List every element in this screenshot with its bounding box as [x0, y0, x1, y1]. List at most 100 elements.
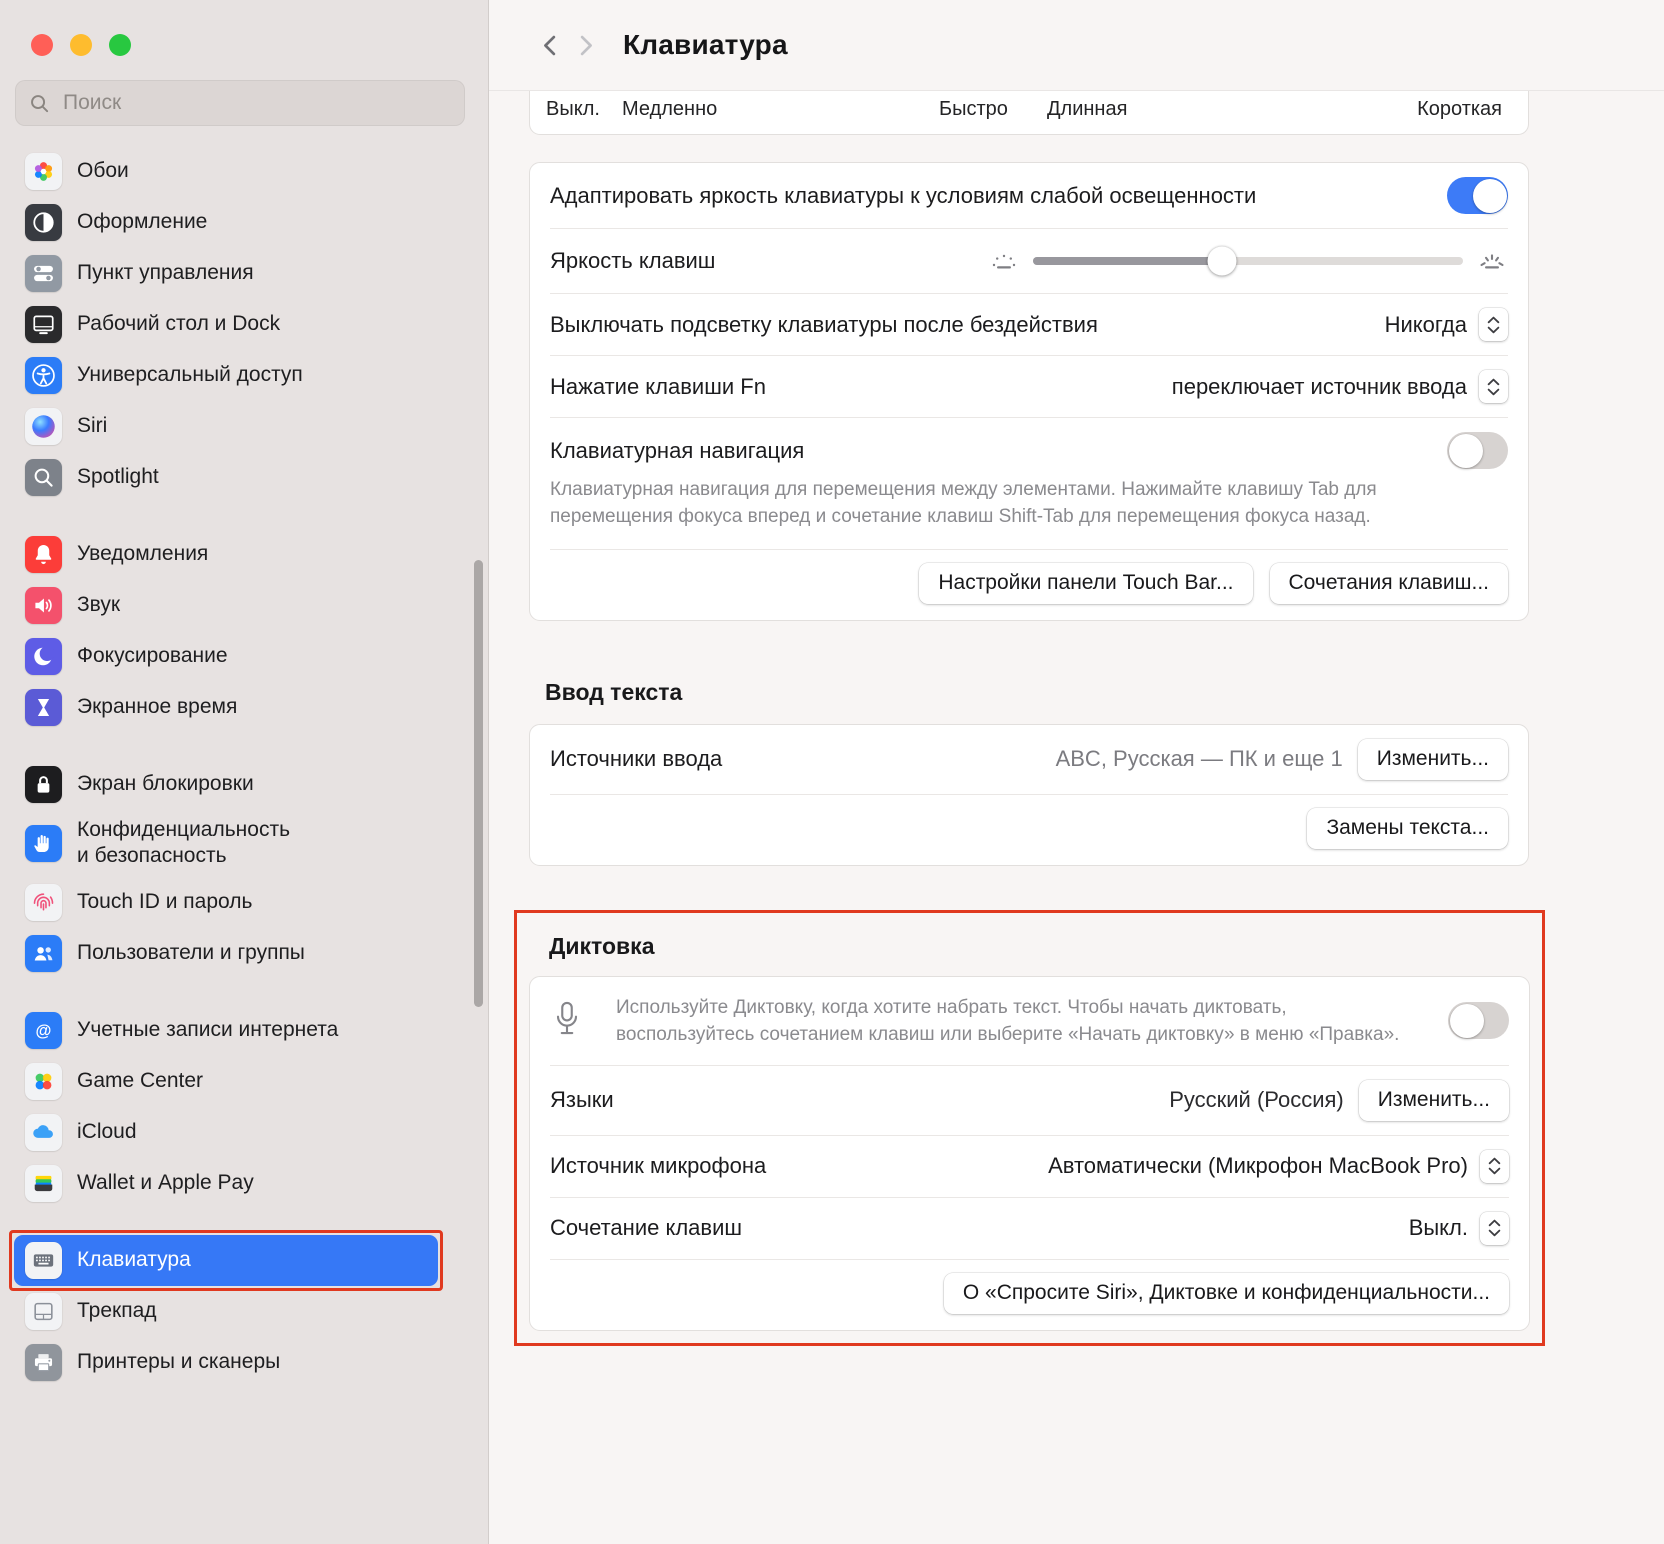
- adaptive-brightness-row: Адаптировать яркость клавиатуры к услови…: [530, 163, 1528, 228]
- back-button[interactable]: [533, 28, 568, 63]
- close-window-button[interactable]: [31, 34, 53, 56]
- desktop-dock-icon: [25, 306, 62, 343]
- sidebar-item-wallpaper[interactable]: Обои: [14, 146, 438, 197]
- microphone-source-value: Автоматически (Микрофон MacBook Pro): [1048, 1153, 1468, 1179]
- printers-icon: [25, 1344, 62, 1381]
- sidebar-item-label: Game Center: [77, 1068, 203, 1094]
- adaptive-brightness-toggle[interactable]: [1447, 177, 1508, 214]
- sidebar-item-wallet[interactable]: Wallet и Apple Pay: [14, 1158, 438, 1209]
- zoom-window-button[interactable]: [109, 34, 131, 56]
- key-brightness-slider[interactable]: [1033, 257, 1463, 265]
- microphone-source-label: Источник микрофона: [550, 1153, 766, 1179]
- sidebar-item-keyboard[interactable]: Клавиатура: [14, 1235, 438, 1286]
- backlight-timeout-value: Никогда: [1385, 312, 1467, 338]
- sidebar-group: Клавиатура Трекпад Принтеры и сканеры: [14, 1235, 438, 1388]
- sidebar-item-appearance[interactable]: Оформление: [14, 197, 438, 248]
- touch-bar-settings-button[interactable]: Настройки панели Touch Bar...: [919, 563, 1252, 604]
- backlight-timeout-select[interactable]: Никогда: [1385, 308, 1508, 341]
- control-center-icon: [25, 255, 62, 292]
- dictation-shortcut-label: Сочетание клавиш: [550, 1215, 742, 1241]
- sidebar-item-icloud[interactable]: iCloud: [14, 1107, 438, 1158]
- keyboard-brightness-high-icon: [1476, 249, 1508, 273]
- sidebar-item-label: Экранное время: [77, 694, 237, 720]
- text-replacements-button[interactable]: Замены текста...: [1307, 808, 1508, 849]
- sidebar-item-label: Фокусирование: [77, 643, 228, 669]
- sidebar-item-label: Трекпад: [77, 1298, 157, 1324]
- sidebar-item-privacy[interactable]: Конфиденциальность и безопасность: [14, 810, 438, 877]
- microphone-source-row: Источник микрофона Автоматически (Микроф…: [530, 1136, 1529, 1197]
- keyboard-brightness-low-icon: [988, 249, 1020, 273]
- content-header: Клавиатура: [489, 0, 1664, 91]
- siri-icon: [25, 408, 62, 445]
- sidebar-item-label: Конфиденциальность и безопасность: [77, 817, 290, 870]
- wallet-icon: [25, 1165, 62, 1202]
- sidebar-item-siri[interactable]: Siri: [14, 401, 438, 452]
- sidebar-item-label: Touch ID и пароль: [77, 889, 252, 915]
- users-icon: [25, 935, 62, 972]
- dictation-shortcut-row: Сочетание клавиш Выкл.: [530, 1198, 1529, 1259]
- dictation-languages-value: Русский (Россия): [1169, 1087, 1344, 1113]
- touch-id-icon: [25, 884, 62, 921]
- keyboard-settings-card: Адаптировать яркость клавиатуры к услови…: [529, 162, 1529, 621]
- microphone-source-select[interactable]: Автоматически (Микрофон MacBook Pro): [1048, 1150, 1509, 1183]
- sidebar-item-spotlight[interactable]: Spotlight: [14, 452, 438, 503]
- trackpad-icon: [25, 1293, 62, 1330]
- sidebar-item-game-center[interactable]: Game Center: [14, 1056, 438, 1107]
- accessibility-icon: [25, 357, 62, 394]
- repeat-tick-slow: Медленно: [622, 98, 717, 121]
- about-siri-dictation-privacy-button[interactable]: О «Спросите Siri», Диктовке и конфиденци…: [944, 1273, 1509, 1314]
- search-input[interactable]: [61, 90, 452, 116]
- wallpaper-icon: [25, 153, 62, 190]
- adaptive-brightness-label: Адаптировать яркость клавиатуры к услови…: [550, 183, 1256, 209]
- sidebar-item-label: Spotlight: [77, 464, 159, 490]
- dictation-toggle[interactable]: [1448, 1002, 1509, 1039]
- sidebar-item-notifications[interactable]: Уведомления: [14, 529, 438, 580]
- sidebar-item-printers[interactable]: Принтеры и сканеры: [14, 1337, 438, 1388]
- backlight-timeout-row: Выключать подсветку клавиатуры после без…: [530, 294, 1528, 355]
- keyboard-shortcuts-button[interactable]: Сочетания клавиш...: [1270, 563, 1509, 604]
- sidebar-item-trackpad[interactable]: Трекпад: [14, 1286, 438, 1337]
- forward-button[interactable]: [568, 28, 603, 63]
- input-sources-row: Источники ввода ABC, Русская — ПК и еще …: [530, 725, 1528, 794]
- sidebar-item-touch-id[interactable]: Touch ID и пароль: [14, 877, 438, 928]
- sidebar-item-label: Учетные записи интернета: [77, 1017, 338, 1043]
- sidebar-group: @ Учетные записи интернета Game Center iClo…: [14, 1005, 438, 1209]
- sidebar-item-control-center[interactable]: Пункт управления: [14, 248, 438, 299]
- window-controls: [0, 0, 488, 56]
- fn-key-select[interactable]: переключает источник ввода: [1172, 370, 1508, 403]
- minimize-window-button[interactable]: [70, 34, 92, 56]
- sidebar-item-label: Пункт управления: [77, 260, 254, 286]
- key-repeat-card-fragment: Выкл. Медленно Быстро Длинная Короткая: [529, 91, 1529, 135]
- edit-dictation-languages-button[interactable]: Изменить...: [1359, 1080, 1509, 1121]
- internet-accounts-icon: @: [25, 1012, 62, 1049]
- appearance-icon: [25, 204, 62, 241]
- sidebar-item-sound[interactable]: Звук: [14, 580, 438, 631]
- sidebar-search[interactable]: [15, 80, 465, 126]
- dictation-languages-row: Языки Русский (Россия) Изменить...: [530, 1066, 1529, 1135]
- key-brightness-slider-group: [988, 243, 1508, 279]
- sidebar-scrollbar[interactable]: [474, 560, 483, 1007]
- sidebar-item-users[interactable]: Пользователи и группы: [14, 928, 438, 979]
- key-brightness-knob[interactable]: [1208, 247, 1237, 276]
- page-title: Клавиатура: [623, 29, 788, 61]
- dictation-shortcut-select[interactable]: Выкл.: [1409, 1212, 1509, 1245]
- sidebar-item-internet-accounts[interactable]: @ Учетные записи интернета: [14, 1005, 438, 1056]
- game-center-icon: [25, 1063, 62, 1100]
- sidebar: ОбоиОформление Пункт управления Рабочий ст…: [0, 0, 489, 1544]
- sidebar-group: Экран блокировки Конфиденциальность и без…: [14, 759, 438, 979]
- dictation-heading: Диктовка: [549, 933, 1530, 960]
- input-sources-value: ABC, Русская — ПК и еще 1: [1056, 746, 1343, 772]
- sidebar-item-lock-screen[interactable]: Экран блокировки: [14, 759, 438, 810]
- sidebar-item-screen-time[interactable]: Экранное время: [14, 682, 438, 733]
- keyboard-navigation-toggle[interactable]: [1447, 432, 1508, 469]
- sidebar-item-label: Wallet и Apple Pay: [77, 1170, 254, 1196]
- sidebar-item-label: Универсальный доступ: [77, 362, 303, 388]
- sidebar-item-accessibility[interactable]: Универсальный доступ: [14, 350, 438, 401]
- sidebar-group: ОбоиОформление Пункт управления Рабочий ст…: [14, 146, 438, 503]
- sidebar-item-label: Рабочий стол и Dock: [77, 311, 280, 337]
- edit-input-sources-button[interactable]: Изменить...: [1358, 739, 1508, 780]
- sidebar-item-focus[interactable]: Фокусирование: [14, 631, 438, 682]
- sidebar-item-desktop-dock[interactable]: Рабочий стол и Dock: [14, 299, 438, 350]
- sidebar-item-label: Уведомления: [77, 541, 208, 567]
- lock-screen-icon: [25, 766, 62, 803]
